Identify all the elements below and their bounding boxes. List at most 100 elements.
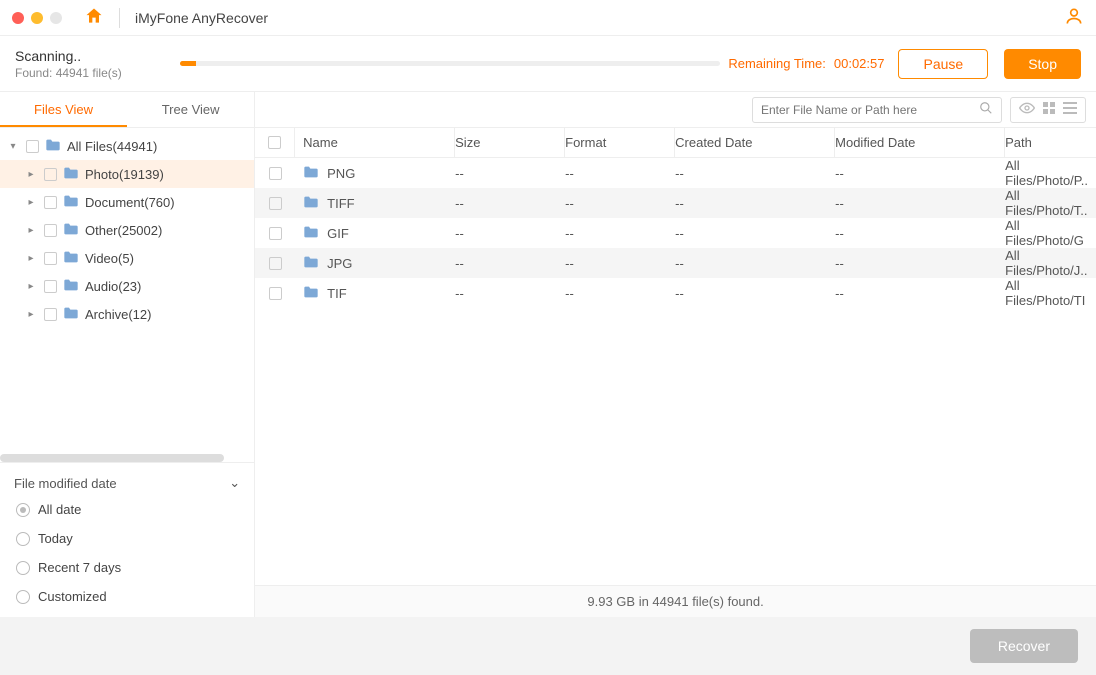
table-row[interactable]: TIF--------All Files/Photo/TI — [255, 278, 1096, 308]
tab-files-view[interactable]: Files View — [0, 92, 127, 127]
cell-size: -- — [455, 226, 565, 241]
checkbox[interactable] — [44, 280, 57, 293]
filter-title: File modified date — [14, 476, 117, 491]
folder-icon — [303, 165, 319, 182]
app-title: iMyFone AnyRecover — [135, 10, 268, 26]
grid-icon[interactable] — [1043, 102, 1055, 117]
col-name[interactable]: Name — [295, 128, 455, 157]
radio[interactable] — [16, 590, 30, 604]
home-icon[interactable] — [84, 6, 104, 29]
table-row[interactable]: TIFF--------All Files/Photo/T.. — [255, 188, 1096, 218]
stop-button[interactable]: Stop — [1004, 49, 1081, 79]
tree-item[interactable]: ▸Video(5) — [0, 244, 254, 272]
close-dot[interactable] — [12, 12, 24, 24]
folder-icon — [63, 222, 79, 239]
filter-option[interactable]: All date — [14, 495, 240, 524]
cell-format: -- — [565, 196, 675, 211]
tab-tree-view[interactable]: Tree View — [127, 92, 254, 127]
cell-modified: -- — [835, 226, 1005, 241]
tree-item[interactable]: ▸Audio(23) — [0, 272, 254, 300]
folder-icon — [63, 278, 79, 295]
content-toolbar — [255, 92, 1096, 128]
filter-option[interactable]: Customized — [14, 582, 240, 611]
select-all-checkbox[interactable] — [268, 136, 281, 149]
tree-item[interactable]: ▸Archive(12) — [0, 300, 254, 328]
cell-created: -- — [675, 196, 835, 211]
chevron-down-icon: ⌄ — [229, 475, 240, 491]
table-body: PNG--------All Files/Photo/P..TIFF------… — [255, 158, 1096, 585]
tree-label: All Files(44941) — [67, 139, 157, 154]
cell-size: -- — [455, 196, 565, 211]
user-icon[interactable] — [1064, 6, 1084, 29]
col-modified[interactable]: Modified Date — [835, 128, 1005, 157]
found-count: Found: 44941 file(s) — [15, 66, 180, 80]
table-header: Name Size Format Created Date Modified D… — [255, 128, 1096, 158]
cell-name: TIFF — [327, 196, 354, 211]
col-size[interactable]: Size — [455, 128, 565, 157]
cell-name: PNG — [327, 166, 355, 181]
search-icon[interactable] — [979, 101, 993, 118]
col-created[interactable]: Created Date — [675, 128, 835, 157]
cell-name: TIF — [327, 286, 347, 301]
checkbox[interactable] — [44, 168, 57, 181]
cell-path: All Files/Photo/G — [1005, 218, 1096, 248]
caret-right-icon[interactable]: ▸ — [24, 169, 38, 180]
sidebar-scrollbar[interactable] — [0, 454, 224, 462]
filter-label: Recent 7 days — [38, 560, 121, 575]
filter-option[interactable]: Recent 7 days — [14, 553, 240, 582]
max-dot[interactable] — [50, 12, 62, 24]
filter-option[interactable]: Today — [14, 524, 240, 553]
remaining-time: 00:02:57 — [834, 56, 885, 71]
cell-size: -- — [455, 166, 565, 181]
cell-size: -- — [455, 256, 565, 271]
checkbox[interactable] — [44, 224, 57, 237]
min-dot[interactable] — [31, 12, 43, 24]
eye-icon[interactable] — [1019, 102, 1035, 117]
row-checkbox[interactable] — [269, 167, 282, 180]
table-row[interactable]: JPG--------All Files/Photo/J.. — [255, 248, 1096, 278]
row-checkbox[interactable] — [269, 257, 282, 270]
checkbox[interactable] — [44, 252, 57, 265]
radio[interactable] — [16, 532, 30, 546]
caret-right-icon[interactable]: ▸ — [24, 253, 38, 264]
row-checkbox[interactable] — [269, 227, 282, 240]
checkbox[interactable] — [44, 196, 57, 209]
caret-right-icon[interactable]: ▸ — [24, 309, 38, 320]
caret-down-icon[interactable]: ▾ — [6, 141, 20, 152]
radio[interactable] — [16, 503, 30, 517]
cell-created: -- — [675, 226, 835, 241]
caret-right-icon[interactable]: ▸ — [24, 197, 38, 208]
table-row[interactable]: GIF--------All Files/Photo/G — [255, 218, 1096, 248]
checkbox[interactable] — [44, 308, 57, 321]
folder-icon — [63, 194, 79, 211]
checkbox[interactable] — [26, 140, 39, 153]
recover-button[interactable]: Recover — [970, 629, 1078, 663]
tree-label: Document(760) — [85, 195, 175, 210]
titlebar: iMyFone AnyRecover — [0, 0, 1096, 36]
folder-icon — [63, 306, 79, 323]
search-box[interactable] — [752, 97, 1002, 123]
folder-icon — [63, 166, 79, 183]
filter-header[interactable]: File modified date ⌄ — [14, 471, 240, 495]
cell-path: All Files/Photo/T.. — [1005, 188, 1096, 218]
row-checkbox[interactable] — [269, 197, 282, 210]
col-path[interactable]: Path — [1005, 135, 1096, 150]
cell-path: All Files/Photo/TI — [1005, 278, 1096, 308]
col-format[interactable]: Format — [565, 128, 675, 157]
tree-root[interactable]: ▾ All Files(44941) — [0, 132, 254, 160]
pause-button[interactable]: Pause — [898, 49, 988, 79]
tree-item[interactable]: ▸Other(25002) — [0, 216, 254, 244]
radio[interactable] — [16, 561, 30, 575]
search-input[interactable] — [761, 103, 979, 117]
caret-right-icon[interactable]: ▸ — [24, 281, 38, 292]
status-bar: Scanning.. Found: 44941 file(s) Remainin… — [0, 36, 1096, 92]
cell-modified: -- — [835, 196, 1005, 211]
row-checkbox[interactable] — [269, 287, 282, 300]
tree-item[interactable]: ▸ Document(760) — [0, 188, 254, 216]
view-toggle[interactable] — [1010, 97, 1086, 123]
table-row[interactable]: PNG--------All Files/Photo/P.. — [255, 158, 1096, 188]
filter-panel: File modified date ⌄ All dateToday Recent… — [0, 462, 254, 617]
list-icon[interactable] — [1063, 102, 1077, 117]
caret-right-icon[interactable]: ▸ — [24, 225, 38, 236]
tree-item[interactable]: ▸Photo(19139) — [0, 160, 254, 188]
